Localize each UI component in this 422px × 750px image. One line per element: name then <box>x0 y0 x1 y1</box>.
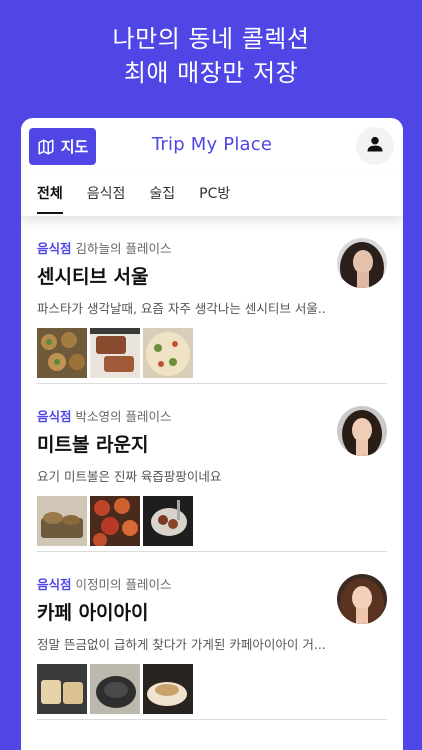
owner-label: 박소영의 플레이스 <box>75 409 172 424</box>
place-card[interactable]: 음식점 박소영의 플레이스 미트볼 라운지 요기 미트볼은 진짜 육즙팡팡이네요 <box>37 384 387 552</box>
place-meta: 음식점 박소영의 플레이스 <box>37 406 172 425</box>
food-photo[interactable] <box>90 496 140 546</box>
tab-all[interactable]: 전체 <box>37 174 63 216</box>
category-tabs: 전체 음식점 술집 PC방 <box>21 174 403 216</box>
food-photo[interactable] <box>143 328 193 378</box>
profile-button[interactable] <box>356 127 394 165</box>
food-photo[interactable] <box>90 664 140 714</box>
avatar[interactable] <box>337 574 387 624</box>
app-screen: 지도 Trip My Place 전체 음식점 술집 PC방 음식점 김하늘의 플… <box>21 118 403 750</box>
place-title[interactable]: 카페 아이아이 <box>37 598 149 625</box>
avatar[interactable] <box>337 406 387 456</box>
place-description: 요기 미트볼은 진짜 육즙팡팡이네요 <box>37 469 222 484</box>
promo-line-1: 나만의 동네 콜렉션 <box>112 25 310 53</box>
food-photo[interactable] <box>143 496 193 546</box>
food-photo[interactable] <box>90 328 140 378</box>
place-meta: 음식점 이정미의 플레이스 <box>37 574 172 593</box>
person-icon <box>365 134 385 158</box>
category-label: 음식점 <box>37 409 72 424</box>
food-photo[interactable] <box>37 328 87 378</box>
place-feed: 음식점 김하늘의 플레이스 센시티브 서울 파스타가 생각날때, 요즘 자주 생각… <box>21 216 403 720</box>
place-description: 파스타가 생각날때, 요즘 자주 생각나는 센시티브 서울... <box>37 301 327 316</box>
food-photo[interactable] <box>37 496 87 546</box>
place-title[interactable]: 미트볼 라운지 <box>37 430 149 457</box>
app-title: Trip My Place <box>151 134 273 155</box>
place-card[interactable]: 음식점 이정미의 플레이스 카페 아이아이 정말 뜬금없이 급하게 찾다가 가게된… <box>37 552 387 720</box>
category-label: 음식점 <box>37 577 72 592</box>
food-photo[interactable] <box>37 664 87 714</box>
tab-restaurant[interactable]: 음식점 <box>87 174 126 216</box>
photo-strip <box>37 328 193 378</box>
promo-headline: 나만의 동네 콜렉션 최애 매장만 저장 <box>0 22 422 90</box>
place-card[interactable]: 음식점 김하늘의 플레이스 센시티브 서울 파스타가 생각날때, 요즘 자주 생각… <box>37 216 387 384</box>
tab-pc-room[interactable]: PC방 <box>199 174 230 216</box>
avatar[interactable] <box>337 238 387 288</box>
tab-bar[interactable]: 술집 <box>149 174 175 216</box>
top-bar: 지도 Trip My Place <box>21 118 403 174</box>
photo-strip <box>37 664 193 714</box>
place-title[interactable]: 센시티브 서울 <box>37 262 149 289</box>
place-description: 정말 뜬금없이 급하게 찾다가 가게된 카페아이아이 거... <box>37 637 326 652</box>
owner-label: 김하늘의 플레이스 <box>75 241 172 256</box>
promo-line-2: 최애 매장만 저장 <box>123 59 299 87</box>
owner-label: 이정미의 플레이스 <box>75 577 172 592</box>
photo-strip <box>37 496 193 546</box>
food-photo[interactable] <box>143 664 193 714</box>
place-meta: 음식점 김하늘의 플레이스 <box>37 238 172 257</box>
category-label: 음식점 <box>37 241 72 256</box>
